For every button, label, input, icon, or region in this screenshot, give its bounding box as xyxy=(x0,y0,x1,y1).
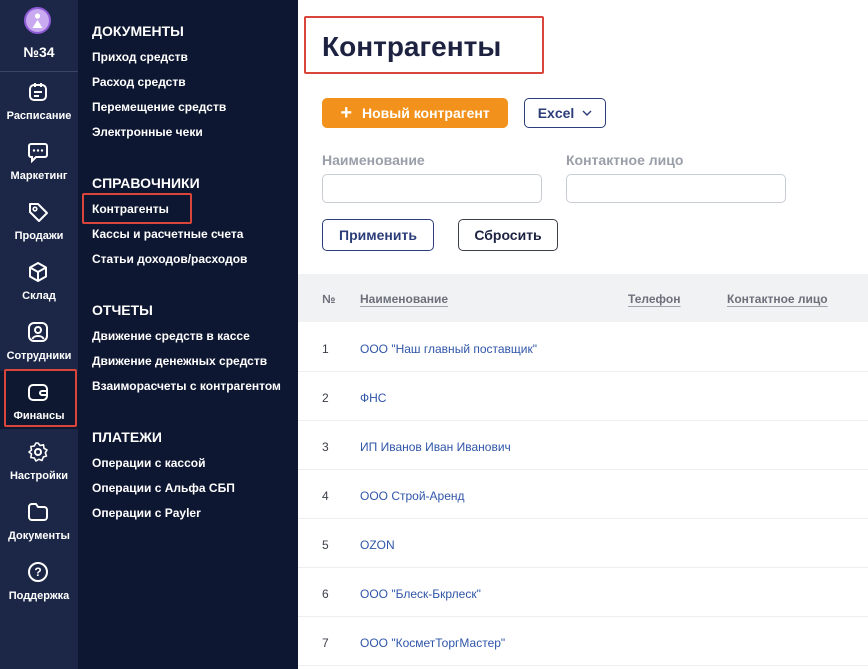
menu-link-income[interactable]: Приход средств xyxy=(92,50,188,64)
row-number: 5 xyxy=(322,538,329,552)
menu-section-references: СПРАВОЧНИКИ xyxy=(92,175,200,191)
rail-item-support[interactable]: ? Поддержка xyxy=(0,561,78,619)
menu-section-documents: ДОКУМЕНТЫ xyxy=(92,23,184,39)
table-row[interactable]: 5 OZON xyxy=(298,519,868,568)
calendar-icon xyxy=(29,83,47,101)
new-counterparty-label: Новый контрагент xyxy=(362,105,490,121)
row-name-link[interactable]: ООО "Блеск-Бкрлеск" xyxy=(360,587,481,601)
row-name-link[interactable]: ООО "КосметТоргМастер" xyxy=(360,636,505,650)
column-header-num: № xyxy=(322,292,336,306)
rail-item-marketing[interactable]: Маркетинг xyxy=(0,141,78,199)
icon-rail: №34 Расписание Маркетинг Продажи Склад С… xyxy=(0,0,78,669)
row-name-link[interactable]: ООО Строй-Аренд xyxy=(360,489,465,503)
menu-link-cash-operations[interactable]: Операции с кассой xyxy=(92,456,205,470)
menu-highlight-frame xyxy=(82,193,192,224)
menu-link-income-expense-items[interactable]: Статьи доходов/расходов xyxy=(92,252,247,266)
rail-label: Расписание xyxy=(6,110,72,122)
gear-icon xyxy=(28,442,48,462)
table-row[interactable]: 1 ООО "Наш главный поставщик" xyxy=(298,323,868,372)
row-number: 7 xyxy=(322,636,329,650)
section-menu: ДОКУМЕНТЫ Приход средств Расход средств … xyxy=(78,0,298,669)
column-header-phone[interactable]: Телефон xyxy=(628,292,680,306)
menu-link-payler[interactable]: Операции с Payler xyxy=(92,506,201,520)
new-counterparty-button[interactable]: + Новый контрагент xyxy=(322,98,508,128)
row-name-link[interactable]: ИП Иванов Иван Иванович xyxy=(360,440,511,454)
row-number: 4 xyxy=(322,489,329,503)
chevron-down-icon xyxy=(582,110,592,116)
menu-link-cash-movement[interactable]: Движение средств в кассе xyxy=(92,329,250,343)
contact-filter-label: Контактное лицо xyxy=(566,152,684,168)
table-header: № Наименование Телефон Контактное лицо xyxy=(298,274,868,322)
rail-label: Поддержка xyxy=(8,590,70,602)
main-content: Контрагенты + Новый контрагент Excel Наи… xyxy=(298,0,868,669)
excel-dropdown-button[interactable]: Excel xyxy=(524,98,606,128)
row-number: 1 xyxy=(322,342,329,356)
table-row[interactable]: 2 ФНС xyxy=(298,372,868,421)
menu-link-cash-accounts[interactable]: Кассы и расчетные счета xyxy=(92,227,243,241)
chat-icon xyxy=(28,143,48,163)
company-badge[interactable]: №34 xyxy=(0,0,78,72)
rail-label: Документы xyxy=(8,530,70,542)
name-filter-input[interactable] xyxy=(322,174,542,203)
page-title: Контрагенты xyxy=(322,31,502,62)
help-icon: ? xyxy=(28,562,48,582)
table-row[interactable]: 4 ООО Строй-Аренд xyxy=(298,470,868,519)
rail-item-settings[interactable]: Настройки xyxy=(0,441,78,499)
plus-icon: + xyxy=(340,102,352,124)
column-header-name[interactable]: Наименование xyxy=(360,292,448,306)
folder-icon xyxy=(28,503,48,521)
row-name-link[interactable]: ООО "Наш главный поставщик" xyxy=(360,342,537,356)
rail-highlight-frame xyxy=(4,369,77,427)
menu-link-money-flow[interactable]: Движение денежных средств xyxy=(92,354,267,368)
excel-label: Excel xyxy=(537,105,575,121)
column-header-contact[interactable]: Контактное лицо xyxy=(727,292,828,306)
reset-button[interactable]: Сбросить xyxy=(458,219,558,251)
rail-item-documents[interactable]: Документы xyxy=(0,501,78,559)
rail-label: Сотрудники xyxy=(6,350,72,362)
menu-link-expense[interactable]: Расход средств xyxy=(92,75,186,89)
table-row[interactable]: 6 ООО "Блеск-Бкрлеск" xyxy=(298,568,868,617)
row-name-link[interactable]: ФНС xyxy=(360,391,386,405)
table-row[interactable]: 3 ИП Иванов Иван Иванович xyxy=(298,421,868,470)
rail-item-warehouse[interactable]: Склад xyxy=(0,261,78,319)
contact-filter-input[interactable] xyxy=(566,174,786,203)
box-icon xyxy=(29,262,47,282)
menu-section-reports: ОТЧЕТЫ xyxy=(92,302,153,318)
rail-item-sales[interactable]: Продажи xyxy=(0,201,78,259)
company-number: №34 xyxy=(23,44,55,60)
company-avatar xyxy=(24,7,51,34)
row-number: 6 xyxy=(322,587,329,601)
name-filter-label: Наименование xyxy=(322,152,425,168)
row-name-link[interactable]: OZON xyxy=(360,538,395,552)
rail-label: Склад xyxy=(22,290,56,302)
svg-text:?: ? xyxy=(34,565,41,579)
menu-link-transfer[interactable]: Перемещение средств xyxy=(92,100,226,114)
tag-icon xyxy=(29,203,48,222)
rail-label: Маркетинг xyxy=(10,170,68,182)
rail-item-schedule[interactable]: Расписание xyxy=(0,81,78,139)
rail-label: Настройки xyxy=(9,470,69,482)
apply-button[interactable]: Применить xyxy=(322,219,434,251)
menu-link-alfa-sbp[interactable]: Операции с Альфа СБП xyxy=(92,481,235,495)
menu-link-e-receipts[interactable]: Электронные чеки xyxy=(92,125,203,139)
row-number: 2 xyxy=(322,391,329,405)
menu-link-settlements[interactable]: Взаиморасчеты с контрагентом xyxy=(92,379,281,393)
user-icon xyxy=(28,322,48,342)
menu-section-payments: ПЛАТЕЖИ xyxy=(92,429,162,445)
row-number: 3 xyxy=(322,440,329,454)
table-row[interactable]: 7 ООО "КосметТоргМастер" xyxy=(298,617,868,666)
rail-label: Продажи xyxy=(14,230,64,242)
